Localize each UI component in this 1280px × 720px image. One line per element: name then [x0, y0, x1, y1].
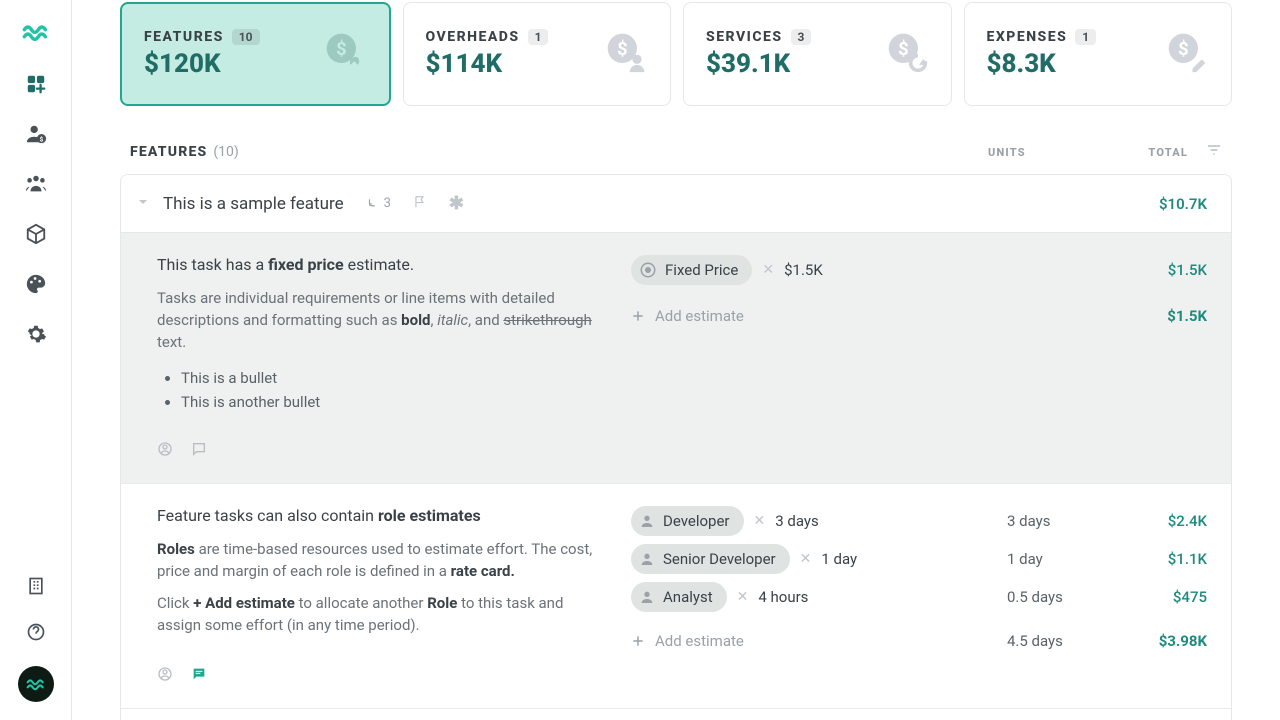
task-title: This task has a fixed price estimate.	[157, 255, 607, 274]
task-row: This task has a fixed price estimate. Ta…	[121, 233, 1231, 484]
assignee-icon[interactable]	[157, 666, 173, 686]
nav-settings-icon[interactable]	[24, 322, 48, 346]
estimate-value[interactable]: 1 day	[821, 550, 857, 568]
section-title: FEATURES	[130, 144, 207, 160]
task-total: $1.5K	[1137, 307, 1207, 325]
add-estimate-button[interactable]: Add estimate	[631, 301, 744, 331]
dollar-edit-icon: $	[1165, 30, 1209, 78]
card-services[interactable]: SERVICES 3 $39.1K $	[683, 2, 952, 106]
nav-people-cost-icon[interactable]: $	[24, 122, 48, 146]
filter-icon[interactable]	[1206, 142, 1222, 162]
row-total: $1.5K	[1137, 261, 1207, 279]
multiply-icon: ✕	[754, 513, 766, 529]
task-row: Multiple roles can be estimated as a sin…	[121, 709, 1231, 720]
estimate-chip[interactable]: Analyst	[631, 582, 727, 612]
row-units: 1 day	[1007, 550, 1137, 568]
subtask-count: 3	[366, 196, 391, 211]
feature-title: This is a sample feature	[163, 194, 344, 214]
svg-text:$: $	[898, 39, 909, 60]
svg-text:$: $	[1178, 39, 1189, 60]
task-title: Feature tasks can also contain role esti…	[157, 506, 607, 525]
col-total: TOTAL	[1118, 146, 1188, 159]
nav-help-icon[interactable]	[24, 620, 48, 644]
bullet-item: This is another bullet	[181, 393, 607, 411]
row-total: $475	[1137, 588, 1207, 606]
task-total: $3.98K	[1137, 632, 1207, 650]
svg-text:$: $	[39, 135, 43, 143]
nav-palette-icon[interactable]	[24, 272, 48, 296]
svg-text:$: $	[336, 39, 347, 60]
card-features[interactable]: FEATURES 10 $120K $	[120, 2, 391, 106]
card-title: EXPENSES	[987, 29, 1068, 45]
card-count-badge: 3	[791, 29, 812, 45]
nav-team-icon[interactable]	[24, 172, 48, 196]
task-row: Feature tasks can also contain role esti…	[121, 484, 1231, 709]
card-count-badge: 1	[1075, 29, 1096, 45]
estimate-chip[interactable]: Developer	[631, 506, 744, 536]
card-title: FEATURES	[144, 29, 224, 45]
svg-text:$: $	[617, 39, 628, 60]
col-units: UNITS	[988, 146, 1118, 159]
card-expenses[interactable]: EXPENSES 1 $8.3K $	[964, 2, 1233, 106]
comment-icon[interactable]	[191, 441, 207, 461]
task-body: Tasks are individual requirements or lin…	[157, 288, 607, 353]
row-units: 3 days	[1007, 512, 1137, 530]
estimate-chip[interactable]: Fixed Price	[631, 255, 752, 285]
person-icon	[639, 513, 655, 529]
card-title: SERVICES	[706, 29, 783, 45]
dollar-wrench-icon: $	[323, 30, 367, 78]
multiply-icon: ✕	[737, 589, 749, 605]
add-estimate-button[interactable]: Add estimate	[631, 626, 744, 656]
card-count-badge: 1	[528, 29, 549, 45]
caret-down-icon[interactable]	[137, 196, 149, 212]
person-icon	[639, 589, 655, 605]
estimate-value[interactable]: $1.5K	[784, 261, 823, 279]
card-amount: $39.1K	[706, 49, 811, 79]
nav-building-icon[interactable]	[24, 574, 48, 598]
sidebar: $	[0, 0, 72, 720]
bullet-item: This is a bullet	[181, 369, 607, 387]
card-count-badge: 10	[232, 29, 260, 45]
feature-total: $10.7K	[1159, 195, 1207, 213]
nav-package-icon[interactable]	[24, 222, 48, 246]
user-avatar[interactable]	[18, 666, 54, 702]
main-content: FEATURES 10 $120K $ OVERHEADS 1 $114K $	[72, 0, 1280, 720]
estimate-chip[interactable]: Senior Developer	[631, 544, 790, 574]
assignee-icon[interactable]	[157, 441, 173, 461]
task-body: Roles are time-based resources used to e…	[157, 539, 607, 583]
app-logo[interactable]	[22, 18, 50, 50]
card-title: OVERHEADS	[426, 29, 520, 45]
feature-header[interactable]: This is a sample feature 3 ✱ $10.7K	[121, 175, 1231, 233]
estimate-value[interactable]: 4 hours	[758, 588, 808, 606]
estimate-value[interactable]: 3 days	[775, 512, 819, 530]
price-icon	[639, 261, 657, 279]
card-amount: $120K	[144, 49, 260, 79]
dollar-refresh-icon: $	[885, 30, 929, 78]
row-total: $1.1K	[1137, 550, 1207, 568]
comment-icon[interactable]	[191, 666, 207, 686]
multiply-icon: ✕	[762, 262, 774, 278]
nav-dashboard-icon[interactable]	[24, 72, 48, 96]
row-total: $2.4K	[1137, 512, 1207, 530]
card-amount: $114K	[426, 49, 549, 79]
card-overheads[interactable]: OVERHEADS 1 $114K $	[403, 2, 672, 106]
task-body: Click + Add estimate to allocate another…	[157, 593, 607, 637]
dollar-person-icon: $	[604, 30, 648, 78]
multiply-icon: ✕	[800, 551, 812, 567]
section-header: FEATURES (10) UNITS TOTAL	[120, 142, 1232, 174]
required-icon[interactable]: ✱	[449, 193, 464, 214]
person-icon	[639, 551, 655, 567]
task-units-total: 4.5 days	[1007, 632, 1137, 650]
feature-list: This is a sample feature 3 ✱ $10.7K This…	[120, 174, 1232, 720]
flag-icon[interactable]	[413, 195, 427, 213]
section-count: (10)	[213, 144, 238, 160]
card-amount: $8.3K	[987, 49, 1097, 79]
summary-cards: FEATURES 10 $120K $ OVERHEADS 1 $114K $	[120, 2, 1232, 106]
row-units: 0.5 days	[1007, 588, 1137, 606]
